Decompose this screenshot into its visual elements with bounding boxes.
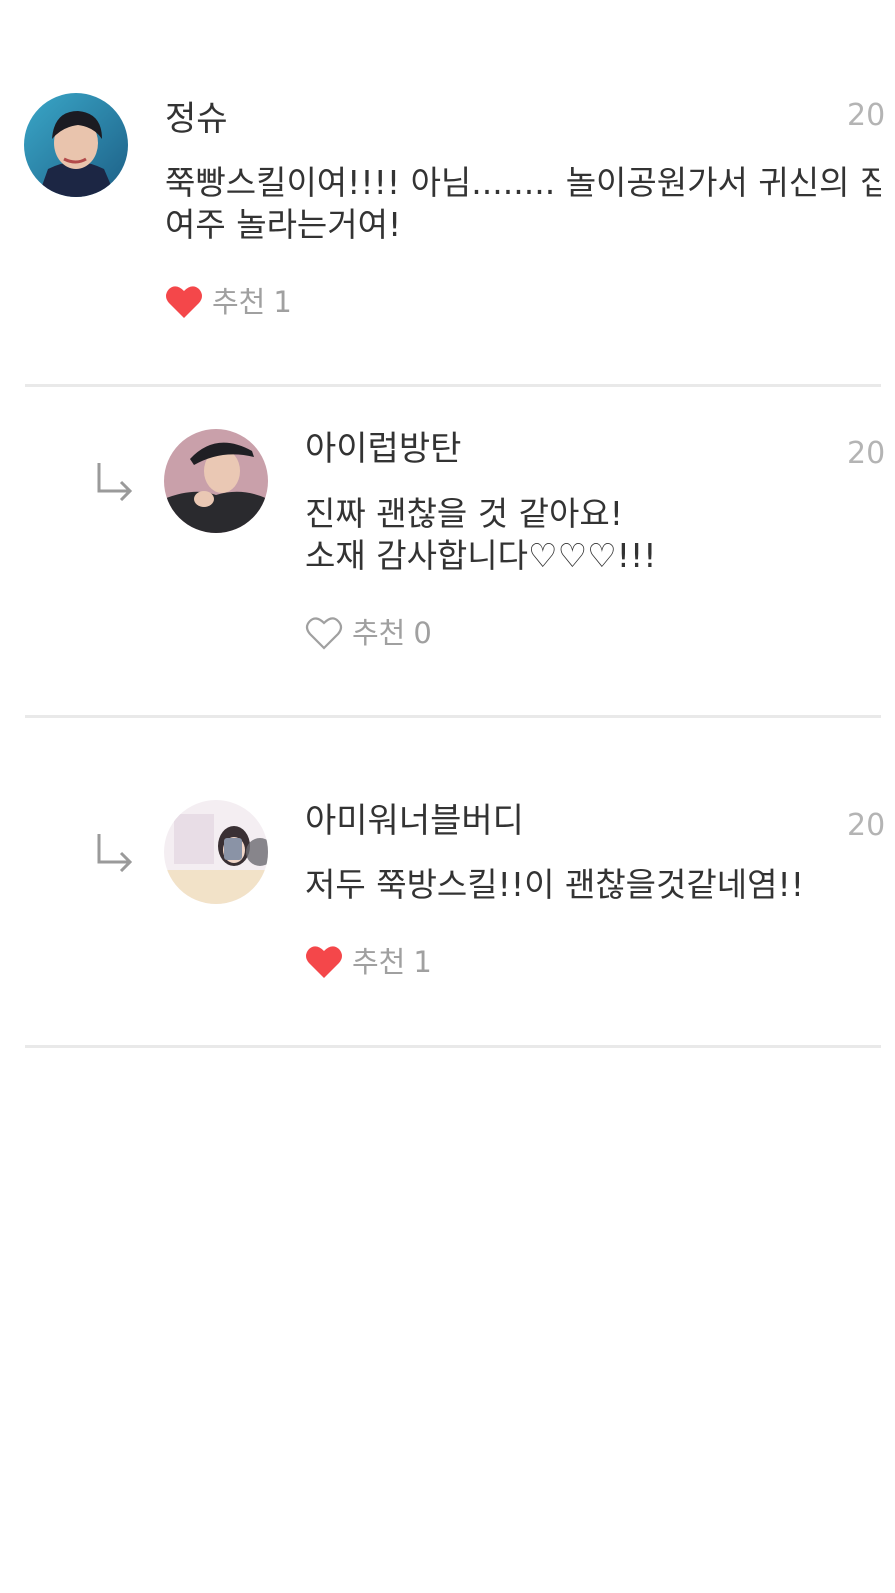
like-button[interactable]: 추천 0	[304, 613, 432, 653]
like-label: 추천	[212, 285, 266, 319]
comment-text: 쭉빵스킬이여!!!! 아님........ 놀이공원가서 귀신의 집 여주 놀라…	[165, 163, 881, 244]
avatar[interactable]	[24, 93, 128, 197]
like-label: 추천	[352, 616, 406, 650]
like-count: 1	[413, 945, 432, 979]
divider	[25, 1045, 881, 1048]
comment-text: 진짜 괜찮을 것 같아요! 소재 감사합니다♡♡♡!!!	[305, 494, 657, 575]
avatar[interactable]	[164, 800, 268, 904]
reply-arrow-icon	[95, 832, 135, 873]
comment-date: 20	[847, 436, 886, 471]
heart-outline-icon	[304, 613, 344, 653]
like-button[interactable]: 추천 1	[304, 942, 432, 982]
divider	[25, 715, 881, 718]
heart-filled-icon	[304, 942, 344, 982]
comment-author: 아이럽방탄	[305, 429, 462, 469]
like-button[interactable]: 추천 1	[164, 282, 292, 322]
comment-author: 아미워너블버디	[305, 801, 524, 841]
comment-date: 20	[847, 808, 886, 843]
like-count: 1	[273, 285, 292, 319]
comment-date: 20	[847, 98, 886, 133]
heart-filled-icon	[164, 282, 204, 322]
divider	[25, 384, 881, 387]
like-count: 0	[413, 616, 432, 650]
like-label: 추천	[352, 945, 406, 979]
comment-author: 정슈	[165, 99, 228, 139]
avatar[interactable]	[164, 429, 268, 533]
reply-arrow-icon	[95, 461, 135, 502]
comment-text: 저두 쭉방스킬!!이 괜찮을것같네염!!	[305, 865, 804, 904]
